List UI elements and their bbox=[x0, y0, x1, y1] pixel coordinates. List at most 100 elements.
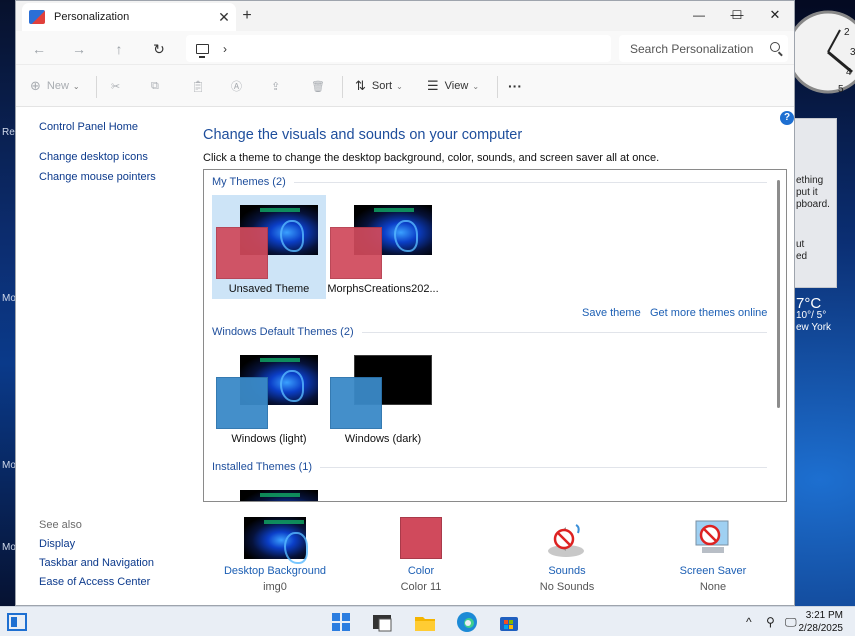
tray-overflow-chevron-icon[interactable]: ^ bbox=[746, 607, 752, 636]
clock-gadget-number: 5 bbox=[838, 84, 844, 95]
store-icon[interactable] bbox=[498, 611, 520, 633]
theme-morphscreations[interactable]: MorphsCreations202... bbox=[326, 195, 440, 299]
content-area: ? Control Panel Home Change desktop icon… bbox=[16, 107, 794, 605]
theme-color-swatch bbox=[330, 377, 382, 429]
clock-gadget-number: 2 bbox=[844, 27, 850, 38]
display-icon[interactable]: 🖵︎ bbox=[785, 607, 797, 636]
sticky-note-gadget[interactable]: ething put it pboard. ut ed bbox=[793, 118, 837, 288]
sort-icon: ⇅ bbox=[355, 78, 366, 93]
theme-wallpaper-thumb bbox=[240, 490, 318, 501]
chevron-down-icon: ⌄ bbox=[472, 81, 480, 91]
taskbar: ^ ⚲ 🖵︎ 3:21 PM 2/28/2025 bbox=[0, 606, 855, 636]
close-tab-icon[interactable]: ✕ bbox=[212, 9, 236, 26]
share-icon[interactable]: ⇪ bbox=[271, 65, 280, 107]
chevron-down-icon: ⌄ bbox=[72, 81, 80, 91]
search-input[interactable]: Search Personalization bbox=[619, 35, 788, 62]
copy-icon[interactable]: ⧉ bbox=[151, 65, 159, 107]
group-header-my-themes[interactable]: My Themes (2) bbox=[212, 176, 767, 188]
close-window-button[interactable]: ✕ bbox=[756, 1, 794, 29]
screen-saver-setting[interactable]: Screen Saver None bbox=[653, 517, 773, 593]
sounds-value: No Sounds bbox=[539, 581, 595, 593]
clock-gadget-number: 3 bbox=[850, 47, 855, 58]
group-header-label: Windows Default Themes (2) bbox=[212, 326, 354, 338]
change-mouse-pointers-link[interactable]: Change mouse pointers bbox=[39, 171, 156, 183]
theme-unsaved[interactable]: Unsaved Theme bbox=[212, 195, 326, 299]
view-button[interactable]: ☰ View ⌄ bbox=[427, 65, 479, 107]
save-theme-link[interactable]: Save theme bbox=[582, 307, 641, 319]
theme-label: Windows (dark) bbox=[344, 433, 422, 445]
start-icon[interactable] bbox=[330, 611, 352, 633]
screen-saver-link[interactable]: Screen Saver bbox=[653, 565, 773, 577]
clock-time: 3:21 PM bbox=[805, 610, 843, 621]
edge-icon[interactable] bbox=[456, 611, 478, 633]
theme-color-swatch bbox=[216, 377, 268, 429]
delete-icon[interactable]: 🗑︎ bbox=[311, 65, 325, 107]
help-icon[interactable]: ? bbox=[780, 111, 794, 125]
forward-arrow-icon[interactable]: → bbox=[66, 37, 92, 61]
task-view-icon[interactable] bbox=[6, 611, 28, 633]
cut-icon[interactable]: ✂ bbox=[111, 65, 120, 107]
paste-icon[interactable]: 📋︎ bbox=[191, 65, 205, 107]
sticky-line: ed bbox=[796, 251, 808, 262]
desktop-icon-label[interactable]: Re bbox=[2, 127, 15, 138]
sticky-line: ut bbox=[796, 239, 805, 250]
address-bar[interactable]: › bbox=[186, 35, 611, 62]
desktop-icon-label[interactable]: Mo bbox=[2, 542, 16, 553]
change-desktop-icons-link[interactable]: Change desktop icons bbox=[39, 151, 148, 163]
desktop-icon-label[interactable]: Mo bbox=[2, 460, 16, 471]
group-header-label: Installed Themes (1) bbox=[212, 461, 313, 473]
ease-of-access-link[interactable]: Ease of Access Center bbox=[39, 576, 150, 588]
tab-title: Personalization bbox=[54, 11, 130, 23]
network-disconnected-icon[interactable]: ⚲ bbox=[766, 607, 775, 636]
new-button[interactable]: ⊕ New ⌄ bbox=[30, 65, 80, 107]
divider bbox=[96, 76, 97, 98]
taskbar-navigation-link[interactable]: Taskbar and Navigation bbox=[39, 557, 154, 569]
group-header-windows-default[interactable]: Windows Default Themes (2) bbox=[212, 326, 767, 338]
theme-label: Windows (light) bbox=[231, 433, 307, 445]
see-also-heading: See also bbox=[39, 519, 82, 531]
weather-city: ew York bbox=[796, 322, 832, 333]
maximize-button[interactable]: ☐ bbox=[718, 1, 756, 29]
sounds-link[interactable]: Sounds bbox=[507, 565, 627, 577]
chevron-down-icon: ⌄ bbox=[396, 81, 403, 91]
get-more-themes-link[interactable]: Get more themes online bbox=[650, 307, 767, 319]
back-arrow-icon[interactable]: ← bbox=[26, 37, 52, 61]
sort-button[interactable]: ⇅ Sort ⌄ bbox=[355, 65, 403, 107]
theme-windows-dark[interactable]: Windows (dark) bbox=[326, 345, 440, 449]
desktop-background-setting[interactable]: Desktop Background img0 bbox=[215, 517, 335, 593]
color-setting[interactable]: Color Color 11 bbox=[361, 517, 481, 593]
up-arrow-icon[interactable]: ↑ bbox=[106, 37, 132, 61]
search-icon bbox=[770, 42, 780, 52]
rename-icon[interactable]: Ⓐ bbox=[231, 65, 242, 107]
scrollbar-thumb[interactable] bbox=[777, 180, 780, 408]
desktop-background-link[interactable]: Desktop Background bbox=[215, 565, 335, 577]
theme-list[interactable]: My Themes (2) Unsaved Theme MorphsCreati… bbox=[203, 169, 787, 502]
group-header-installed[interactable]: Installed Themes (1) bbox=[212, 461, 767, 473]
screen-saver-icon bbox=[690, 517, 736, 559]
terminal-icon[interactable] bbox=[371, 611, 393, 633]
tab-personalization[interactable]: Personalization ✕ bbox=[22, 3, 236, 31]
sounds-setting[interactable]: Sounds No Sounds bbox=[507, 517, 627, 593]
theme-installed[interactable] bbox=[212, 480, 326, 501]
weather-range: 10°/ 5° bbox=[796, 310, 827, 321]
minimize-icon-glyph[interactable]: — bbox=[680, 1, 718, 29]
theme-windows-light[interactable]: Windows (light) bbox=[212, 345, 326, 449]
desktop-icon-label[interactable]: Mo bbox=[2, 293, 16, 304]
monitor-icon bbox=[196, 43, 209, 58]
color-link[interactable]: Color bbox=[361, 565, 481, 577]
speaker-muted-icon bbox=[544, 517, 590, 559]
chevron-right-icon[interactable]: › bbox=[223, 42, 227, 56]
file-explorer-icon[interactable] bbox=[414, 611, 436, 633]
title-bar: Personalization ✕ + — ✕ bbox=[16, 1, 794, 31]
control-panel-home-link[interactable]: Control Panel Home bbox=[39, 121, 138, 133]
plus-circle-icon: ⊕ bbox=[30, 78, 41, 93]
weather-gadget[interactable]: 7°C 10°/ 5° ew York bbox=[796, 296, 832, 334]
taskbar-clock[interactable]: 3:21 PM 2/28/2025 bbox=[799, 609, 844, 635]
view-icon: ☰ bbox=[427, 78, 439, 93]
refresh-icon[interactable]: ↻ bbox=[146, 37, 172, 61]
divider bbox=[293, 181, 767, 183]
more-options-button[interactable]: ··· bbox=[508, 65, 522, 107]
display-link[interactable]: Display bbox=[39, 538, 75, 550]
clock-gadget[interactable]: 2 3 4 5 bbox=[786, 0, 855, 104]
new-tab-button[interactable]: + bbox=[234, 5, 260, 27]
